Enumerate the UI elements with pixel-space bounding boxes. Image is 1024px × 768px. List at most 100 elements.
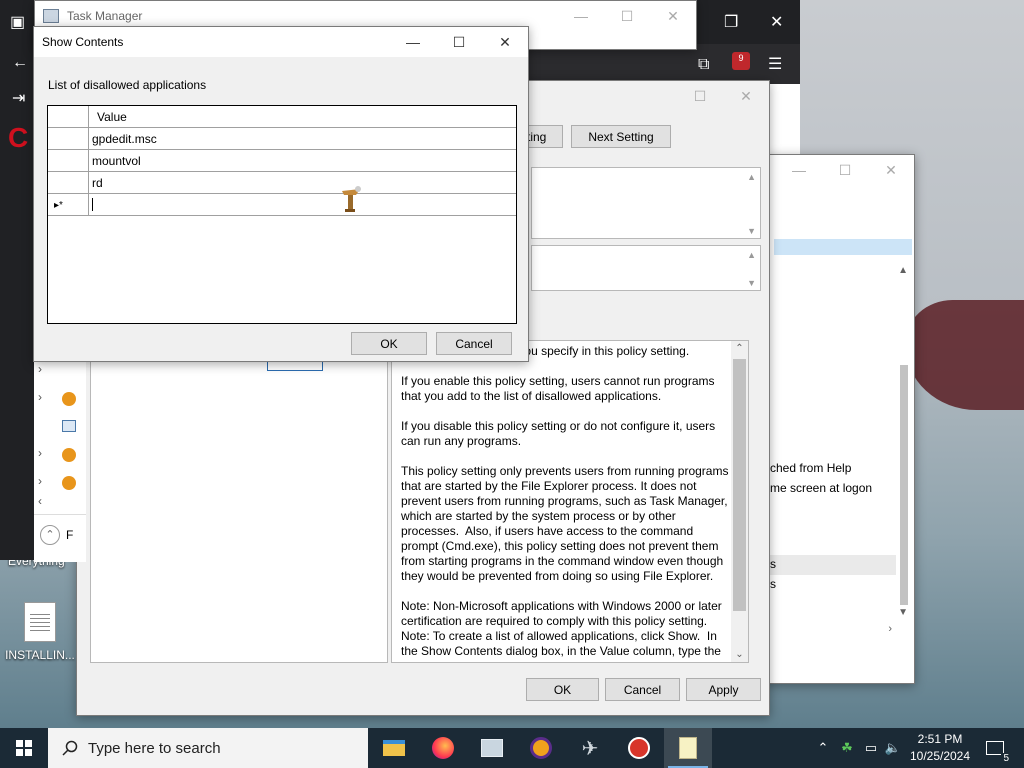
tree-footer: ⌃ F (34, 514, 86, 560)
brave-shield-icon (530, 737, 552, 759)
desktop-icon-label: INSTALLIN... (5, 648, 75, 662)
minimize-icon[interactable]: — (558, 1, 604, 31)
maximize-icon[interactable]: ☐ (436, 27, 482, 57)
list-item[interactable]: ched from Help (770, 461, 851, 475)
list-item[interactable]: s (770, 577, 776, 591)
document-icon (24, 602, 56, 642)
network-icon[interactable]: ▭ (860, 728, 882, 768)
windows-logo-icon (16, 740, 32, 756)
restore-icon[interactable]: ❐ (724, 12, 738, 32)
chevron-right-icon[interactable]: › (38, 362, 42, 376)
value-cell[interactable]: gpdedit.msc (92, 132, 157, 146)
close-icon[interactable]: ✕ (482, 27, 528, 57)
list-item[interactable]: me screen at logon (770, 481, 872, 495)
row-header[interactable] (48, 150, 89, 172)
comment-field[interactable]: ▲ ▼ (531, 167, 761, 239)
taskbar-photos[interactable] (468, 728, 516, 768)
task-manager-icon (43, 9, 59, 23)
next-setting-button[interactable]: Next Setting (571, 125, 671, 148)
notifications-icon: 5 (986, 741, 1011, 764)
close-icon[interactable]: ✕ (868, 155, 914, 185)
scrollbar-thumb[interactable] (900, 365, 908, 605)
taskbar-plane-app[interactable]: ✈ (566, 728, 614, 768)
tree-footer-label: F (66, 528, 74, 542)
desktop-icon-installer[interactable]: INSTALLIN... (4, 602, 76, 662)
table-row[interactable]: gpdedit.msc (48, 128, 516, 150)
close-icon[interactable]: ✕ (770, 12, 783, 32)
taskbar-paint-app[interactable] (615, 728, 663, 768)
scroll-down-icon[interactable]: ⌄ (731, 649, 748, 660)
scroll-down-icon[interactable]: ▼ (747, 278, 756, 288)
start-button[interactable] (0, 728, 48, 768)
taskbar-firefox[interactable] (419, 728, 467, 768)
firefox-icon (432, 737, 454, 759)
brave-badge-icon[interactable]: 9 (732, 52, 750, 70)
new-value-input[interactable] (92, 197, 93, 212)
notifications-button[interactable]: 5 (980, 728, 1011, 768)
sign-in-icon[interactable]: ⇥ (12, 88, 25, 108)
extension-icon[interactable]: ⧉ (698, 56, 709, 74)
tab-list-icon[interactable]: ▣ (10, 12, 25, 32)
apply-button[interactable]: Apply (686, 678, 761, 701)
browser-sidebar (0, 0, 36, 560)
search-icon (62, 740, 78, 756)
supported-on-field: ▲ ▼ (531, 245, 761, 291)
new-row-marker: ▸* (48, 194, 89, 216)
dialog-title: Show Contents (42, 35, 124, 49)
taskbar-notepad[interactable] (664, 728, 712, 768)
minimize-icon[interactable]: — (390, 27, 436, 57)
maximize-icon[interactable]: ☐ (677, 81, 723, 111)
help-scrollbar[interactable]: ⌃ ⌄ (731, 341, 748, 662)
taskbar-file-explorer[interactable] (370, 728, 418, 768)
column-header-value[interactable]: Value (97, 110, 127, 124)
plane-icon: ✈ (581, 737, 599, 760)
show-contents-dialog[interactable]: Show Contents — ☐ ✕ List of disallowed a… (33, 26, 529, 362)
folder-policy-icon (62, 448, 76, 462)
menu-icon[interactable]: ☰ (768, 54, 782, 74)
minimize-icon[interactable]: — (776, 155, 822, 185)
chevron-right-icon[interactable]: › (38, 474, 42, 488)
row-header[interactable] (48, 128, 89, 150)
chevron-right-icon[interactable]: › (38, 446, 42, 460)
row-header-corner (48, 106, 89, 128)
scroll-up-icon[interactable]: ▲ (898, 265, 908, 276)
scroll-down-icon[interactable]: ▼ (747, 226, 756, 236)
list-item[interactable]: s (770, 557, 776, 571)
value-cell[interactable]: mountvol (92, 154, 141, 168)
chevron-up-icon[interactable]: ⌃ (812, 728, 834, 768)
dialog-cancel-button[interactable]: Cancel (436, 332, 512, 355)
maximize-icon[interactable]: ☐ (604, 1, 650, 31)
chevron-right-icon[interactable]: › (38, 390, 42, 404)
table-row[interactable]: mountvol (48, 150, 516, 172)
scroll-up-icon[interactable]: ▲ (747, 250, 756, 260)
scroll-up-icon[interactable]: ▲ (747, 172, 756, 182)
table-row[interactable]: rd (48, 172, 516, 194)
scroll-right-icon[interactable]: › (888, 623, 892, 635)
taskbar-clock[interactable]: 2:51 PM 10/25/2024 (900, 731, 980, 765)
ok-button[interactable]: OK (526, 678, 599, 701)
row-header[interactable] (48, 172, 89, 194)
scroll-down-icon[interactable]: ▼ (898, 607, 908, 618)
values-grid[interactable]: Value gpdedit.msc mountvol rd ▸* (47, 105, 517, 324)
maximize-icon[interactable]: ☐ (822, 155, 868, 185)
close-icon[interactable]: ✕ (723, 81, 769, 111)
clover-icon[interactable]: ☘ (836, 728, 858, 768)
back-arrow-icon[interactable]: ← (12, 54, 28, 72)
cancel-button[interactable]: Cancel (605, 678, 680, 701)
background-window[interactable]: — ☐ ✕ ched from Help me screen at logon … (765, 154, 915, 684)
scroll-up-icon[interactable]: ⌃ (731, 343, 748, 354)
value-cell[interactable]: rd (92, 176, 103, 190)
new-row[interactable]: ▸* (48, 194, 516, 216)
help-text: running the programs you specify in this… (401, 344, 729, 658)
help-panel: running the programs you specify in this… (391, 340, 749, 663)
notification-count: 5 (1001, 753, 1011, 764)
scroll-left-icon[interactable]: ‹ (38, 494, 42, 508)
close-icon[interactable]: ✕ (650, 1, 696, 31)
clock-date: 10/25/2024 (909, 749, 971, 763)
taskbar-security-app[interactable] (517, 728, 565, 768)
scrollbar-thumb[interactable] (733, 359, 746, 611)
photos-icon (481, 739, 503, 757)
search-box[interactable]: Type here to search (48, 728, 368, 768)
dialog-ok-button[interactable]: OK (351, 332, 427, 355)
chevron-up-icon[interactable]: ⌃ (40, 525, 60, 545)
